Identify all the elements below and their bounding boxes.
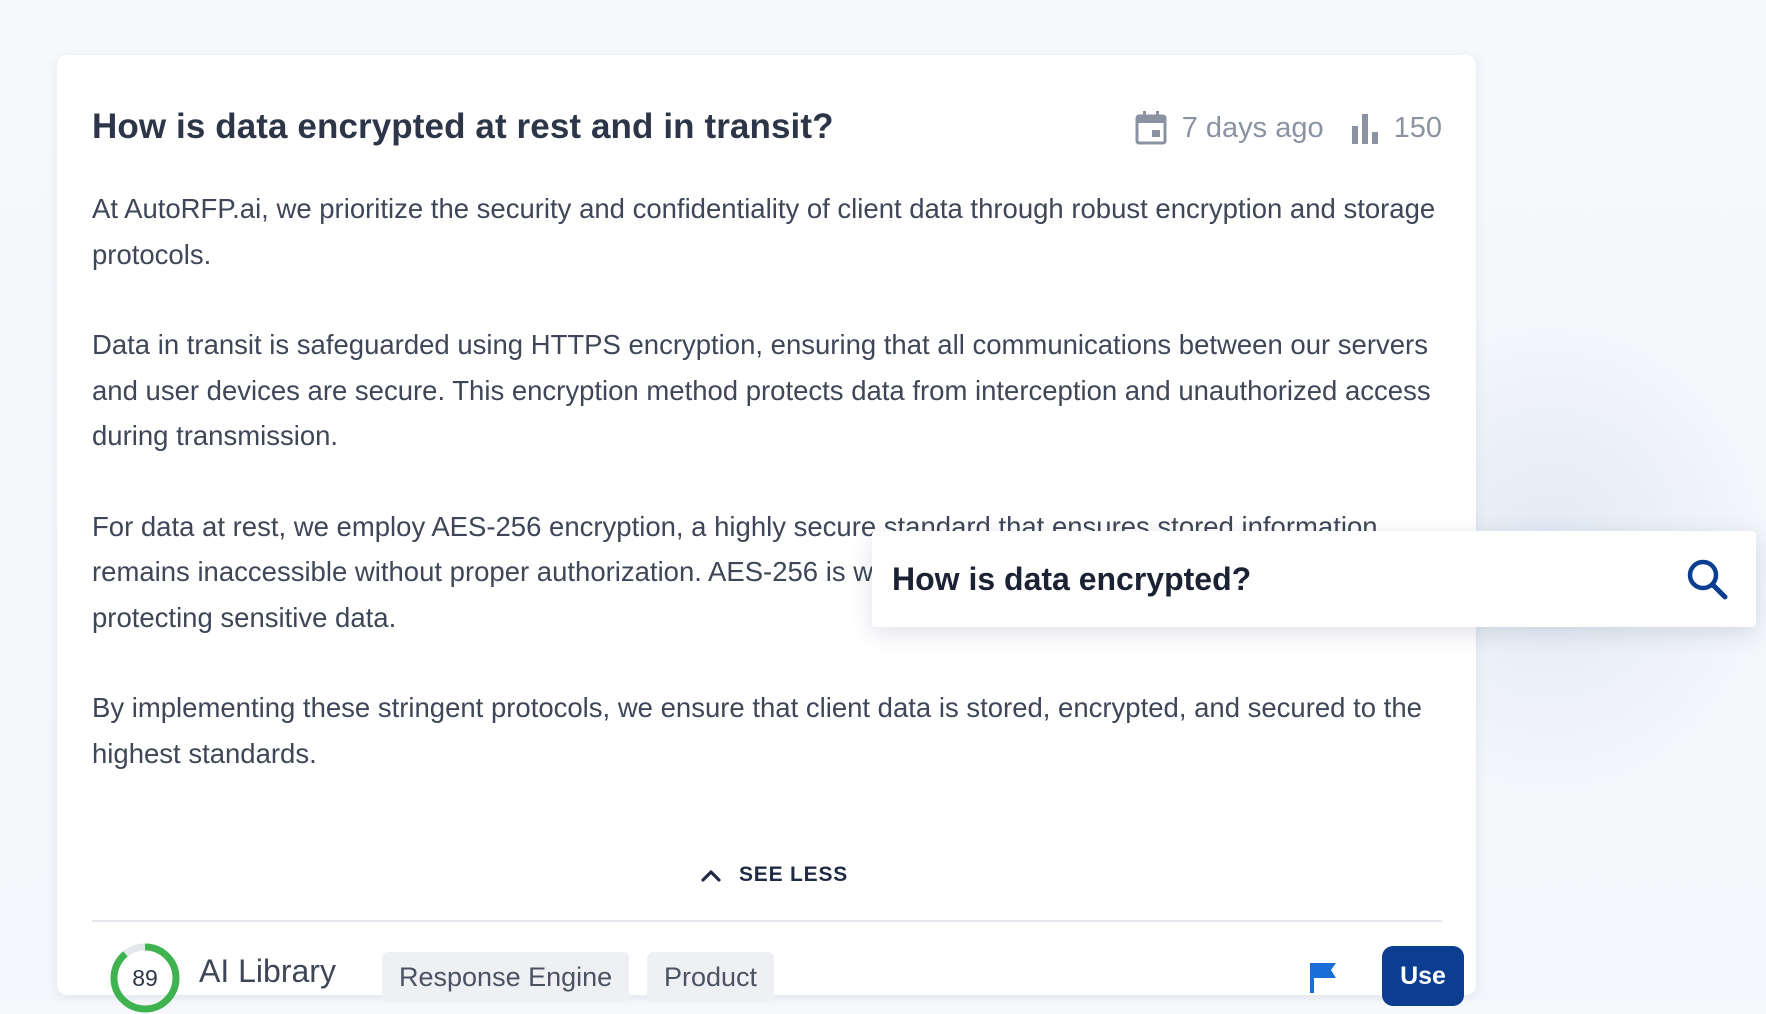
calendar-icon <box>1135 111 1167 145</box>
answer-paragraph: At AutoRFP.ai, we prioritize the securit… <box>92 193 1436 270</box>
card-meta: 7 days ago 150 <box>1134 103 1442 153</box>
last-updated-label: 7 days ago <box>1181 111 1324 144</box>
answer-paragraph: Data in transit is safeguarded using HTT… <box>92 329 1431 451</box>
footer-divider <box>92 920 1442 922</box>
search-bar <box>872 531 1756 627</box>
flag-icon[interactable] <box>1305 959 1341 995</box>
chevron-up-icon <box>701 870 721 882</box>
answer-body: At AutoRFP.ai, we prioritize the securit… <box>92 186 1452 821</box>
search-input[interactable] <box>892 560 1684 598</box>
use-button[interactable]: Use <box>1382 946 1464 1006</box>
bar-chart-icon <box>1351 114 1378 144</box>
source-label: AI Library <box>199 953 336 989</box>
question-title: How is data encrypted at rest and in tra… <box>92 107 834 146</box>
tag-product[interactable]: Product <box>647 952 775 1002</box>
card-header: How is data encrypted at rest and in tra… <box>92 103 1442 153</box>
see-less-label: SEE LESS <box>739 863 849 886</box>
score-value: 89 <box>132 965 158 991</box>
see-less-button[interactable]: SEE LESS <box>699 863 848 887</box>
answer-card: How is data encrypted at rest and in tra… <box>57 55 1476 1013</box>
card-footer: 89 AI Library Response Engine Product Us… <box>92 940 1464 1013</box>
tag-response-engine[interactable]: Response Engine <box>382 952 630 1002</box>
answer-paragraph: By implementing these stringent protocol… <box>92 692 1422 769</box>
search-icon[interactable] <box>1684 556 1730 602</box>
usage-count: 150 <box>1393 111 1442 144</box>
